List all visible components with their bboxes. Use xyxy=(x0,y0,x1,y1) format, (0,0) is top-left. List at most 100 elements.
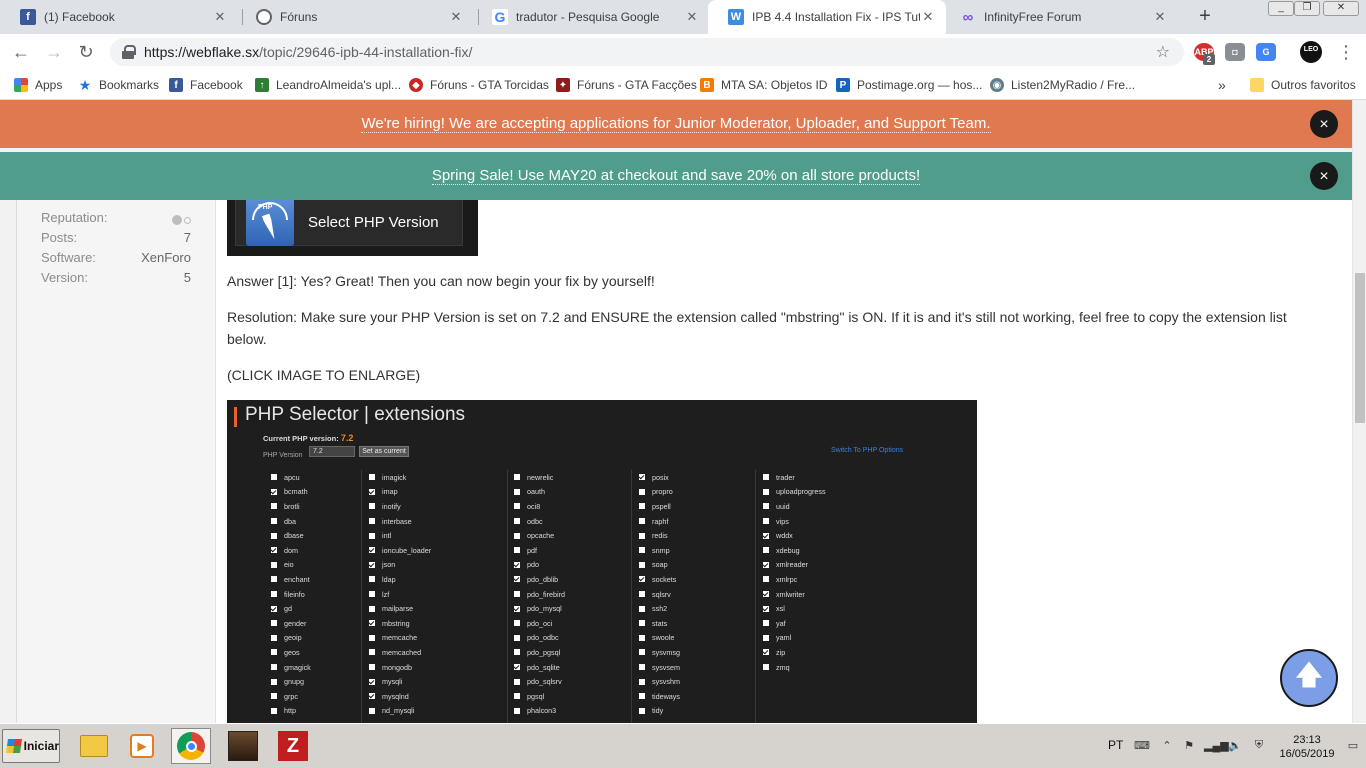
close-icon[interactable]: ✕ xyxy=(212,9,228,25)
unchecked-checkbox-icon xyxy=(514,634,520,641)
unchecked-checkbox-icon xyxy=(271,678,277,685)
page-scrollbar[interactable] xyxy=(1352,100,1366,723)
unchecked-checkbox-icon xyxy=(514,707,520,714)
select-php-version-image[interactable]: PHP Select PHP Version xyxy=(227,199,478,256)
bookmark-mta-objetos[interactable]: B MTA SA: Objetos ID xyxy=(700,77,827,93)
tab-google-search[interactable]: G tradutor - Pesquisa Google ✕ xyxy=(472,0,710,34)
extension-name: xmlreader xyxy=(776,560,808,570)
profile-avatar[interactable]: LEO xyxy=(1300,41,1322,63)
extension-row: sysvsem xyxy=(639,660,759,675)
unchecked-checkbox-icon xyxy=(369,591,375,598)
extension-name: oci8 xyxy=(527,501,541,511)
sale-banner-close-button[interactable]: × xyxy=(1310,162,1338,190)
sale-banner-text[interactable]: Spring Sale! Use MAY20 at checkout and s… xyxy=(431,167,921,185)
php-selector-screenshot[interactable]: PHP Selector | extensions Current PHP ve… xyxy=(227,400,977,723)
stat-posts: Posts: 7 xyxy=(41,230,191,250)
bookmark-other-favorites[interactable]: Outros favoritos xyxy=(1250,77,1356,93)
extension-row: yaml xyxy=(763,631,883,646)
network-icon[interactable]: ▂▄▆ xyxy=(1204,739,1229,753)
upload-icon: ↑ xyxy=(255,78,269,92)
extension-row: zmq xyxy=(763,660,883,675)
window-close-button[interactable]: ✕ xyxy=(1323,1,1359,16)
scroll-to-top-button[interactable]: 🡅 xyxy=(1280,649,1338,707)
bookmark-gta-torcidas[interactable]: ◆ Fóruns - GTA Torcidas xyxy=(409,77,549,93)
checked-checkbox-icon xyxy=(514,664,520,671)
translate-icon[interactable]: G xyxy=(1256,43,1276,61)
unchecked-checkbox-icon xyxy=(763,576,769,583)
taskbar-media-player[interactable]: ▶ xyxy=(122,728,162,764)
unchecked-checkbox-icon xyxy=(763,488,769,495)
hiring-banner-close-button[interactable]: × xyxy=(1310,110,1338,138)
extension-name: ssh2 xyxy=(652,604,668,614)
security-shield-icon[interactable]: ⛨ xyxy=(1252,739,1266,753)
bookmark-apps[interactable]: Apps xyxy=(14,77,62,93)
minimize-button[interactable]: _ xyxy=(1268,1,1294,16)
extension-name: dom xyxy=(284,545,298,555)
extension-name: gmagick xyxy=(284,662,311,672)
url-host: https://webflake.sx xyxy=(144,44,260,60)
maximize-button[interactable]: ❐ xyxy=(1294,1,1320,16)
checked-checkbox-icon xyxy=(514,561,520,568)
menu-icon[interactable]: ⋮ xyxy=(1334,40,1358,64)
bookmark-listen2myradio[interactable]: ◉ Listen2MyRadio / Fre... xyxy=(990,77,1135,93)
globe-icon xyxy=(256,9,272,25)
extension-column-2: imagick imap inotify interbase intl ioncube_l… xyxy=(369,470,489,718)
scrollbar-thumb[interactable] xyxy=(1355,273,1365,423)
bookmark-leandroalmeida[interactable]: ↑ LeandroAlmeida's upl... xyxy=(255,77,401,93)
keyboard-icon[interactable]: ⌨ xyxy=(1134,739,1150,753)
tab-infinityfree[interactable]: ∞ InfinityFree Forum ✕ xyxy=(940,0,1178,34)
extension-row: pdo xyxy=(514,558,634,573)
show-desktop-icon[interactable]: ▭ xyxy=(1346,739,1360,753)
post-author-panel: Reputation: Posts: 7 Software: XenForo V… xyxy=(17,200,216,723)
taskbar-filezilla[interactable]: Z xyxy=(273,728,313,764)
close-icon[interactable]: ✕ xyxy=(448,9,464,25)
system-clock[interactable]: 23:13 16/05/2019 xyxy=(1278,733,1336,761)
close-icon[interactable]: ✕ xyxy=(684,9,700,25)
extension-name: interbase xyxy=(382,516,412,526)
show-hidden-icons-icon[interactable]: ⌃ xyxy=(1160,739,1174,753)
language-indicator[interactable]: PT xyxy=(1108,738,1123,752)
bookmark-star-icon[interactable]: ☆ xyxy=(1156,42,1170,62)
close-icon[interactable]: ✕ xyxy=(920,9,936,25)
new-tab-button[interactable]: + xyxy=(1193,5,1217,29)
taskbar-chrome[interactable] xyxy=(171,728,211,764)
extension-name: geos xyxy=(284,647,300,657)
hiring-banner-text[interactable]: We're hiring! We are accepting applicati… xyxy=(361,115,991,133)
extension-name: lzf xyxy=(382,589,390,599)
back-button[interactable]: ← xyxy=(9,40,33,64)
extension-row: pdo_sqlsrv xyxy=(514,674,634,689)
tab-ipb-installation-fix[interactable]: W IPB 4.4 Installation Fix - IPS Tutoria… xyxy=(708,0,946,34)
action-center-flag-icon[interactable]: ⚑ xyxy=(1182,739,1196,753)
extension-name: mbstring xyxy=(382,618,410,628)
bookmark-facebook[interactable]: f Facebook xyxy=(169,77,243,93)
bookmark-gta-faccoes[interactable]: ✦ Fóruns - GTA Facções xyxy=(556,77,697,93)
camera-extension-icon[interactable]: ◘ xyxy=(1225,43,1245,61)
extension-row: sysvmsg xyxy=(639,645,759,660)
tab-foruns[interactable]: Fóruns ✕ xyxy=(236,0,474,34)
taskbar-gta[interactable] xyxy=(223,728,263,764)
bookmark-postimage[interactable]: P Postimage.org — hos... xyxy=(836,77,982,93)
close-icon[interactable]: ✕ xyxy=(1152,9,1168,25)
checked-checkbox-icon xyxy=(271,488,277,495)
extension-name: apcu xyxy=(284,472,300,482)
extension-name: geoip xyxy=(284,633,302,643)
tab-facebook[interactable]: f (1) Facebook ✕ xyxy=(0,0,238,34)
checked-checkbox-icon xyxy=(763,605,769,612)
forward-button[interactable]: → xyxy=(42,40,66,64)
unchecked-checkbox-icon xyxy=(271,634,277,641)
volume-icon[interactable]: 🔈 xyxy=(1228,739,1242,753)
start-button[interactable]: Iniciar xyxy=(2,729,60,763)
reload-button[interactable]: ↻ xyxy=(74,40,98,64)
unchecked-checkbox-icon xyxy=(271,503,277,510)
bookmark-bookmarks[interactable]: ★ Bookmarks xyxy=(78,77,159,93)
bookmarks-overflow[interactable]: » xyxy=(1218,77,1226,93)
bookmark-label: MTA SA: Objetos ID xyxy=(721,78,828,92)
taskbar-folder[interactable] xyxy=(74,728,114,764)
address-bar[interactable]: https://webflake.sx/topic/29646-ipb-44-i… xyxy=(110,38,1184,66)
extension-name: stats xyxy=(652,618,668,628)
switch-to-php-options-link: Switch To PHP Options xyxy=(831,447,904,454)
extension-name: imap xyxy=(382,487,398,497)
facebook-icon: f xyxy=(20,9,36,25)
extension-row: tideways xyxy=(639,689,759,704)
extension-name: fileinfo xyxy=(284,589,305,599)
